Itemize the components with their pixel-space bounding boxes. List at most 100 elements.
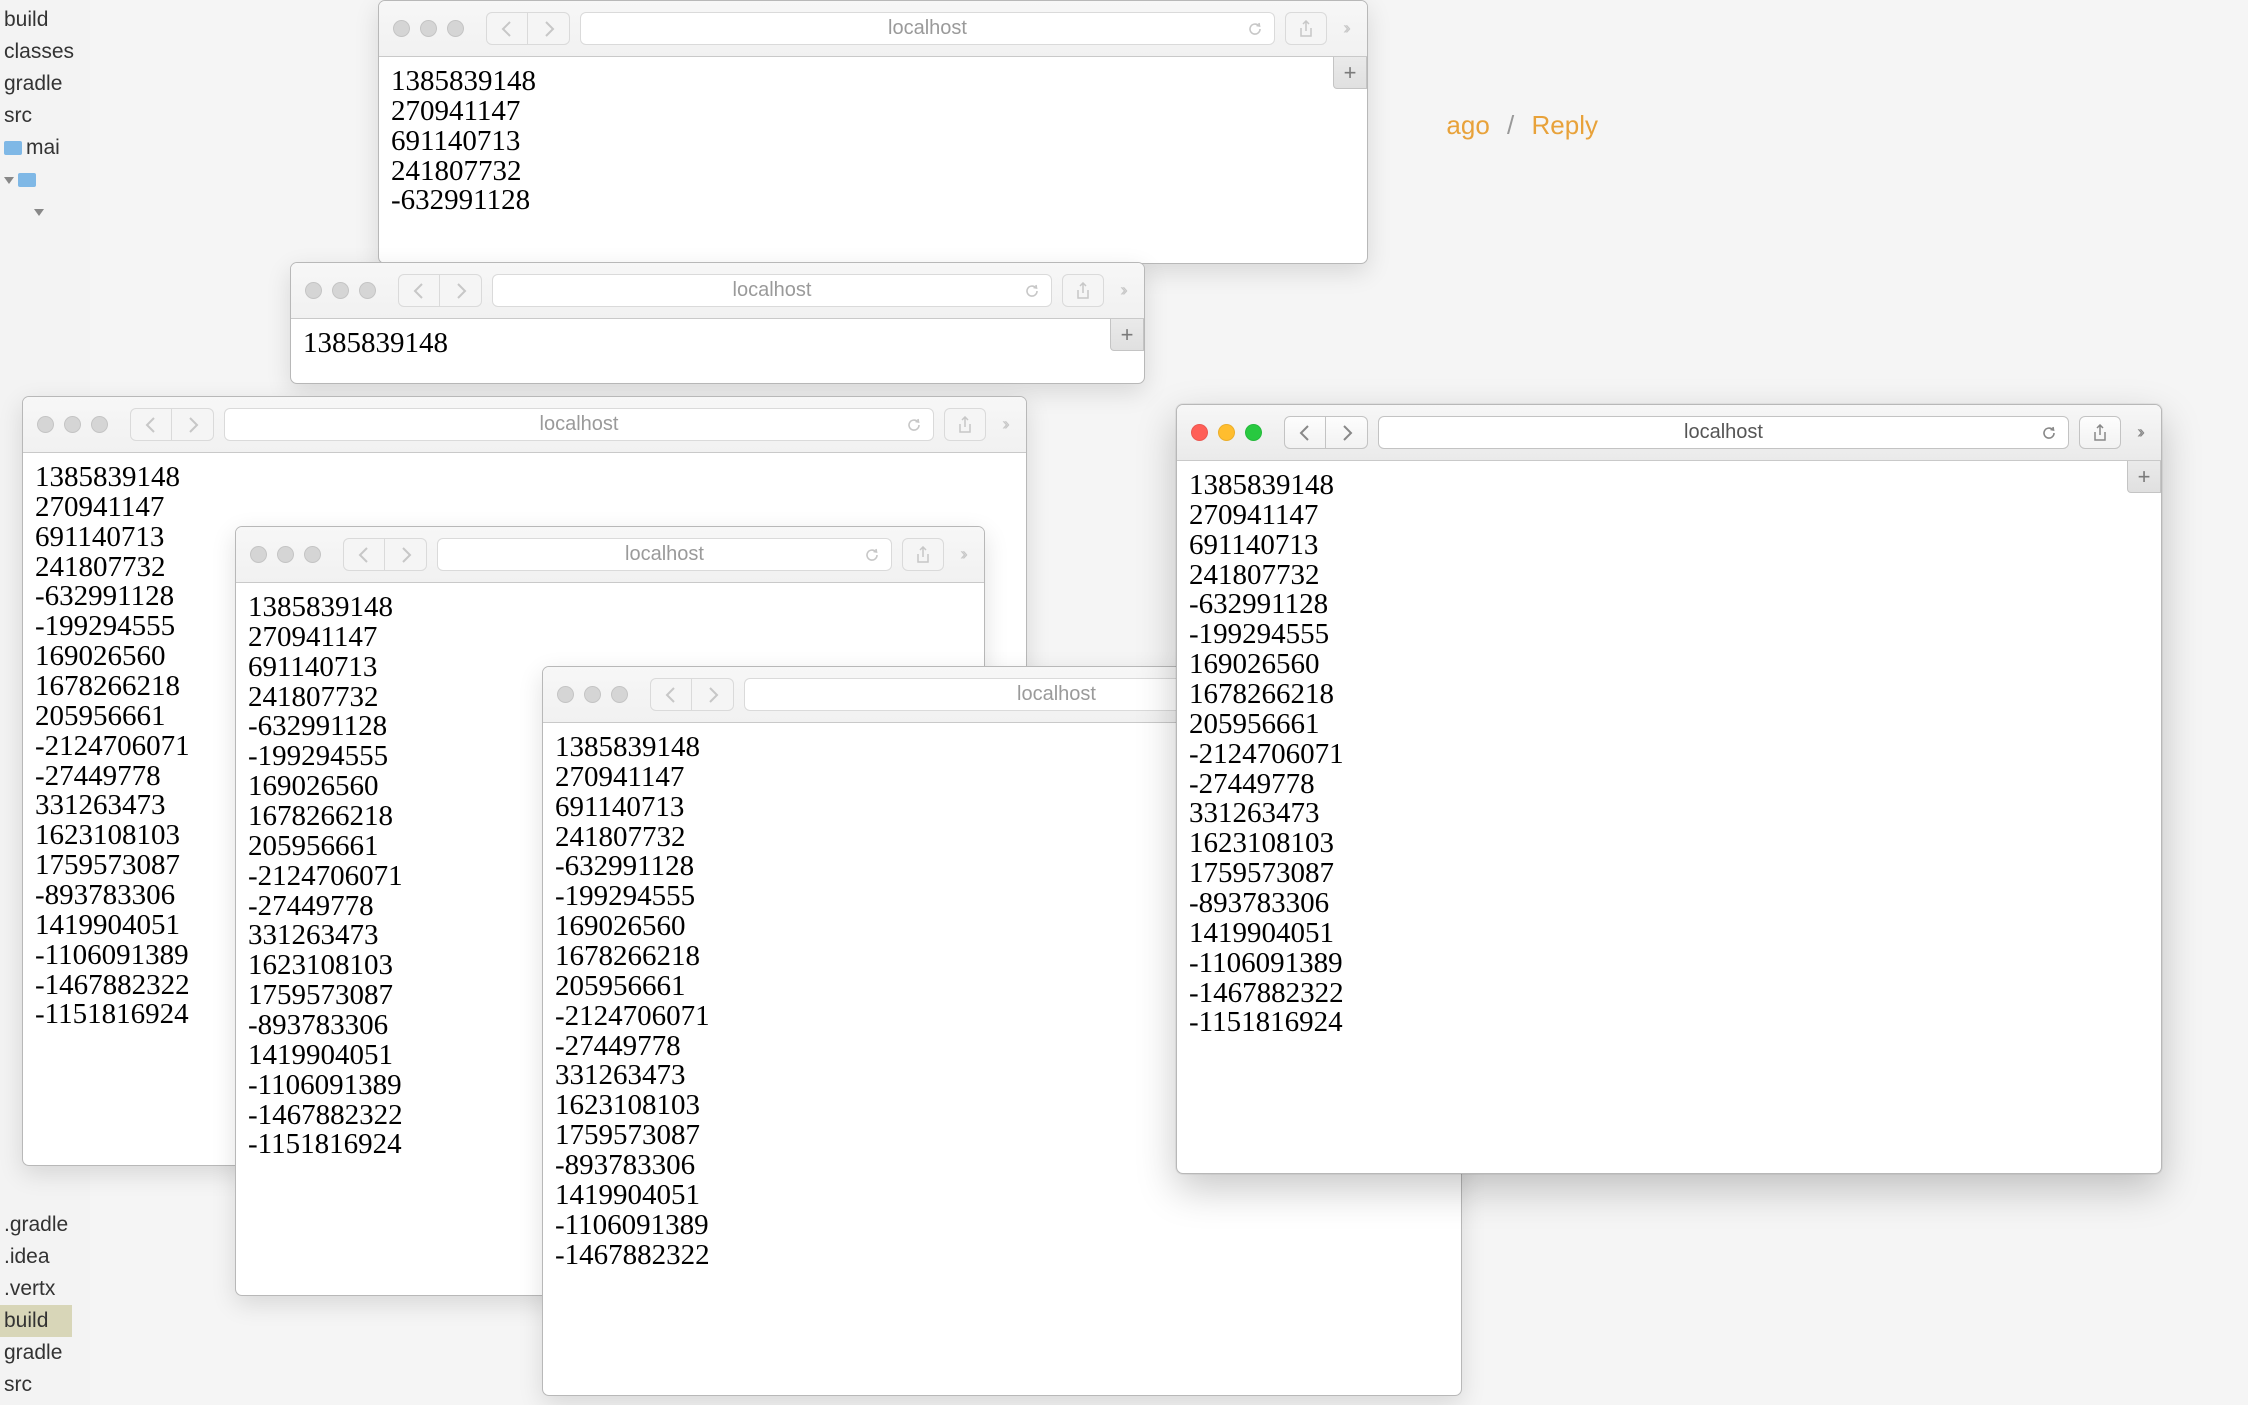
reload-icon (1246, 20, 1264, 38)
maximize-button[interactable] (91, 416, 108, 433)
chevron-right-icon (455, 283, 467, 299)
overflow-button[interactable]: ›› (1114, 280, 1130, 301)
safari-window: localhost ›› + 1385839148 270941147 6911… (1176, 404, 2162, 1174)
forward-button[interactable] (528, 12, 570, 45)
new-tab-button[interactable]: + (1333, 57, 1367, 89)
tree-item[interactable]: src (0, 1369, 72, 1401)
reload-button[interactable] (863, 546, 881, 564)
reload-button[interactable] (2040, 424, 2058, 442)
overflow-button[interactable]: ›› (954, 544, 970, 565)
traffic-lights (1191, 424, 1262, 441)
reload-icon (1023, 282, 1041, 300)
close-button[interactable] (393, 20, 410, 37)
close-button[interactable] (37, 416, 54, 433)
new-tab-button[interactable]: + (2127, 461, 2161, 493)
tree-item[interactable]: gradle (0, 1337, 72, 1369)
maximize-button[interactable] (1245, 424, 1262, 441)
maximize-button[interactable] (304, 546, 321, 563)
share-icon (1298, 20, 1314, 38)
tree-item[interactable] (0, 164, 90, 196)
toolbar: localhost ›› (23, 397, 1026, 453)
tree-item[interactable] (0, 196, 90, 228)
folder-icon (18, 173, 36, 187)
address-bar[interactable]: localhost (492, 274, 1052, 307)
address-text: localhost (1684, 421, 1763, 444)
close-button[interactable] (557, 686, 574, 703)
forward-button[interactable] (440, 274, 482, 307)
reload-button[interactable] (1246, 20, 1264, 38)
minimize-button[interactable] (420, 20, 437, 37)
minimize-button[interactable] (584, 686, 601, 703)
maximize-button[interactable] (359, 282, 376, 299)
back-button[interactable] (486, 12, 528, 45)
address-text: localhost (733, 279, 812, 302)
address-text: localhost (540, 413, 619, 436)
chevron-down-icon (34, 209, 44, 216)
tree-item[interactable]: mai (0, 132, 90, 164)
comment-time: ago (1446, 110, 1489, 140)
address-text: localhost (1017, 683, 1096, 706)
chevron-left-icon (1299, 425, 1311, 441)
share-button[interactable] (944, 408, 986, 441)
share-button[interactable] (1062, 274, 1104, 307)
tree-item[interactable]: build (0, 4, 90, 36)
tree-item[interactable]: src (0, 100, 90, 132)
minimize-button[interactable] (277, 546, 294, 563)
overflow-button[interactable]: ›› (2131, 422, 2147, 443)
maximize-button[interactable] (447, 20, 464, 37)
address-bar[interactable]: localhost (1378, 416, 2069, 449)
reply-link[interactable]: Reply (1532, 110, 1598, 140)
minimize-button[interactable] (1218, 424, 1235, 441)
back-button[interactable] (1284, 416, 1326, 449)
share-icon (1075, 282, 1091, 300)
tree-item[interactable]: build (0, 1305, 72, 1337)
chevron-down-icon (4, 177, 14, 184)
back-button[interactable] (130, 408, 172, 441)
minimize-button[interactable] (332, 282, 349, 299)
forward-button[interactable] (1326, 416, 1368, 449)
chevron-left-icon (145, 417, 157, 433)
page-content: 1385839148 270941147 691140713 241807732… (379, 57, 1367, 226)
minimize-button[interactable] (64, 416, 81, 433)
forward-button[interactable] (692, 678, 734, 711)
comment-meta: ago / Reply (1446, 110, 1598, 141)
address-bar[interactable]: localhost (224, 408, 934, 441)
reload-button[interactable] (1023, 282, 1041, 300)
share-button[interactable] (902, 538, 944, 571)
tree-item[interactable]: gradle (0, 68, 90, 100)
chevron-left-icon (665, 687, 677, 703)
share-button[interactable] (1285, 12, 1327, 45)
traffic-lights (37, 416, 108, 433)
traffic-lights (557, 686, 628, 703)
traffic-lights (393, 20, 464, 37)
back-button[interactable] (398, 274, 440, 307)
close-button[interactable] (250, 546, 267, 563)
toolbar: localhost ›› (379, 1, 1367, 57)
back-button[interactable] (343, 538, 385, 571)
maximize-button[interactable] (611, 686, 628, 703)
back-button[interactable] (650, 678, 692, 711)
address-bar[interactable]: localhost (437, 538, 892, 571)
nav-buttons (130, 408, 214, 441)
reload-button[interactable] (905, 416, 923, 434)
overflow-button[interactable]: ›› (996, 414, 1012, 435)
reload-icon (2040, 424, 2058, 442)
close-button[interactable] (305, 282, 322, 299)
new-tab-button[interactable]: + (1110, 319, 1144, 351)
overflow-button[interactable]: ›› (1337, 18, 1353, 39)
chevron-right-icon (1341, 425, 1353, 441)
tree-item[interactable]: .gradle (0, 1209, 72, 1241)
share-button[interactable] (2079, 416, 2121, 449)
address-bar[interactable]: localhost (580, 12, 1275, 45)
close-button[interactable] (1191, 424, 1208, 441)
toolbar: localhost ›› (236, 527, 984, 583)
nav-buttons (343, 538, 427, 571)
forward-button[interactable] (172, 408, 214, 441)
chevron-right-icon (400, 547, 412, 563)
tree-item[interactable]: .vertx (0, 1273, 72, 1305)
chevron-left-icon (501, 21, 513, 37)
tree-item[interactable]: classes (0, 36, 90, 68)
forward-button[interactable] (385, 538, 427, 571)
tree-item[interactable]: .idea (0, 1241, 72, 1273)
chevron-left-icon (413, 283, 425, 299)
